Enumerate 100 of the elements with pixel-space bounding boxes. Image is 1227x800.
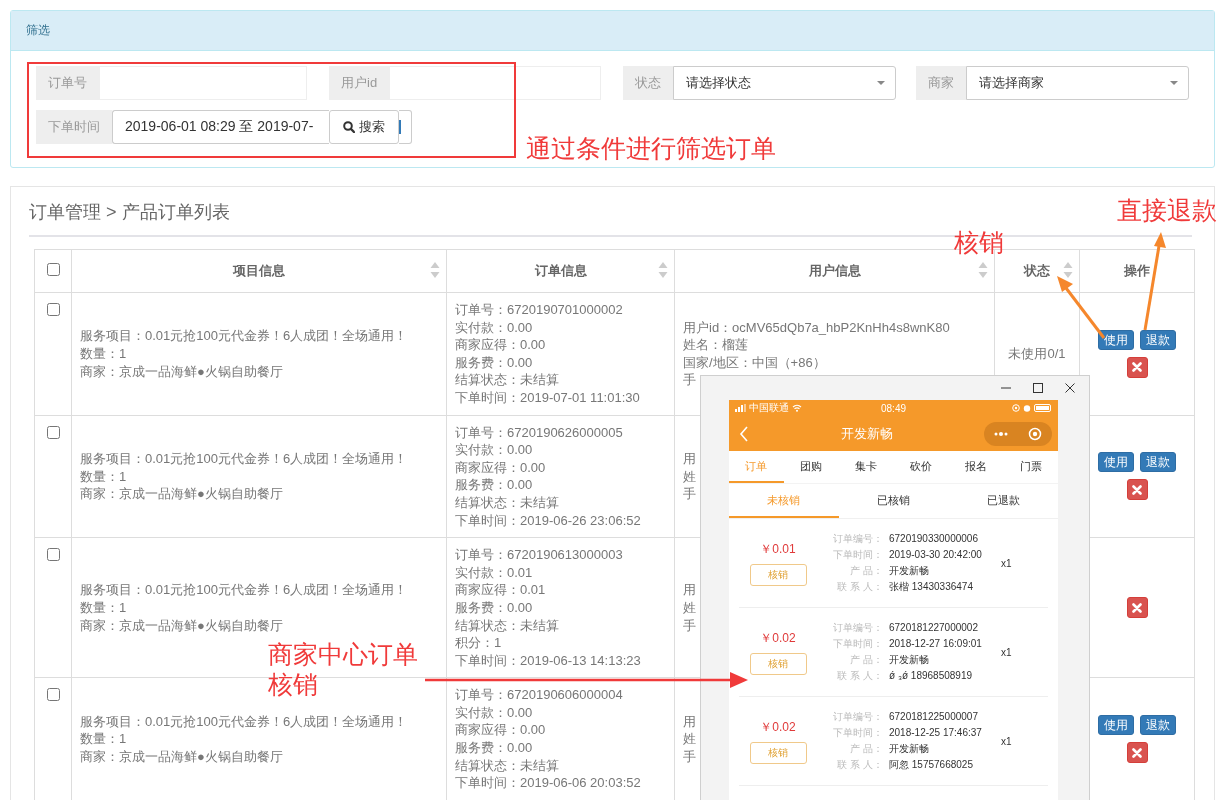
item-info-text: 数量：1 xyxy=(80,730,127,748)
price-text: ￥0.02 xyxy=(760,629,796,647)
tab[interactable]: 砍价 xyxy=(893,451,949,483)
field-value: 张楷 13430336474 xyxy=(889,580,974,594)
annotation-text: 直接退款 xyxy=(1117,196,1217,226)
tab[interactable]: 已核销 xyxy=(838,484,949,518)
item-info-text: 服务项目：0.01元抢100元代金券！6人成团！全场通用！ xyxy=(80,449,408,468)
quantity-text: x1 xyxy=(1001,646,1012,658)
user-info-text: 姓名：榴莲 xyxy=(683,336,748,354)
checkbox[interactable] xyxy=(46,303,60,316)
field-label: 联 系 人： xyxy=(836,580,883,594)
tab[interactable]: 门票 xyxy=(1003,451,1058,483)
action-button[interactable]: 退款 xyxy=(1140,452,1176,473)
field-value: 2019-03-30 20:42:00 xyxy=(889,548,983,562)
checkbox[interactable] xyxy=(46,263,60,276)
column-header: 操作 xyxy=(1124,263,1150,278)
action-button[interactable]: 退款 xyxy=(1140,329,1176,350)
date-range-field[interactable]: 2019-06-01 08:29 至 2019-07- xyxy=(112,110,329,144)
order-info-text: 结算状态：未结算 xyxy=(455,616,559,635)
order-info-text: 商家应得：0.00 xyxy=(455,458,546,477)
user-info-text: 国家/地区：中国（+86） xyxy=(683,353,826,372)
tab[interactable]: 已退款 xyxy=(948,484,1058,518)
action-button[interactable]: 使用 xyxy=(1098,452,1134,473)
user-info-text: 手 xyxy=(683,747,696,766)
price-text: ￥0.02 xyxy=(760,718,796,736)
order-info-text: 商家应得：0.01 xyxy=(455,581,546,599)
delete-button[interactable] xyxy=(1126,742,1148,764)
order-info-text: 订单号：6720190626000005 xyxy=(455,423,623,442)
order-info-text: 订单号：6720190701000002 xyxy=(455,301,623,319)
user-info-text: 姓 xyxy=(683,467,696,486)
field-label: 下单时间 xyxy=(36,110,112,144)
item-info-text: 商家：京成一品海鲜●火锅自助餐厅 xyxy=(80,747,283,766)
order-info-text: 下单时间：2019-06-06 20:03:52 xyxy=(455,774,641,792)
status-text: 未使用0/1 xyxy=(1008,346,1066,361)
order-info-text: 结算状态：未结算 xyxy=(455,493,559,512)
tab[interactable]: 报名 xyxy=(948,451,1004,483)
field-value: 6720181227000002 xyxy=(889,621,979,635)
delete-button[interactable] xyxy=(1126,597,1148,619)
item-info-text: 服务项目：0.01元抢100元代金券！6人成团！全场通用！ xyxy=(80,581,408,599)
tab[interactable]: 团购 xyxy=(783,451,839,483)
order-info-text: 服务费：0.00 xyxy=(455,476,533,494)
text-field[interactable] xyxy=(389,66,601,100)
action-button[interactable]: 使用 xyxy=(1098,329,1134,350)
item-info-text: 服务项目：0.01元抢100元代金券！6人成团！全场通用！ xyxy=(80,327,408,345)
annotation-text: 核销 xyxy=(954,228,1004,258)
more-icon[interactable] xyxy=(994,431,1008,436)
order-info-text: 服务费：0.00 xyxy=(455,598,533,617)
checkbox[interactable] xyxy=(46,548,60,562)
field-value: ǿ ₃ǿ 18968508919 xyxy=(889,669,974,683)
item-info-text: 服务项目：0.01元抢100元代金券！6人成团！全场通用！ xyxy=(80,712,408,731)
item-info-text: 商家：京成一品海鲜●火锅自助餐厅 xyxy=(80,485,283,503)
wifi-icon xyxy=(792,404,802,412)
field-label: 联 系 人： xyxy=(836,669,883,683)
order-info-text: 订单号：6720190606000004 xyxy=(455,686,623,704)
order-info-text: 实付款：0.00 xyxy=(455,318,533,337)
user-info-text: 用 xyxy=(683,712,696,731)
item-info-text: 数量：1 xyxy=(80,345,127,363)
search-button[interactable]: 搜索 xyxy=(329,110,399,144)
user-info-text: 用户id：ocMV65dQb7a_hbP2KnHh4s8wnK80 xyxy=(683,318,950,337)
delete-button[interactable] xyxy=(1126,479,1148,501)
close-icon xyxy=(1132,362,1142,373)
caret-icon xyxy=(1170,81,1178,85)
quantity-text: x1 xyxy=(1001,735,1012,747)
order-info-text: 积分：1 xyxy=(455,634,502,652)
checkbox[interactable] xyxy=(46,425,60,439)
order-info-text: 商家应得：0.00 xyxy=(455,336,546,354)
order-info-text: 服务费：0.00 xyxy=(455,353,533,372)
tab[interactable]: 集卡 xyxy=(838,451,894,483)
search-icon xyxy=(343,121,355,133)
maximize-icon[interactable] xyxy=(1033,383,1043,393)
target-icon[interactable] xyxy=(1028,426,1042,441)
order-info-text: 服务费：0.00 xyxy=(455,739,533,757)
order-info-text: 订单号：6720190613000003 xyxy=(455,546,623,564)
field-label: 订单号 xyxy=(36,66,99,100)
order-info-text: 结算状态：未结算 xyxy=(455,371,559,389)
quantity-text: x1 xyxy=(1001,557,1012,569)
field-value: 6720181225000007 xyxy=(889,710,979,724)
user-info-text: 手 xyxy=(683,616,696,635)
alarm-icon xyxy=(1023,404,1031,412)
field-value: 2018-12-27 16:09:01 xyxy=(889,637,983,651)
close-icon[interactable] xyxy=(1065,383,1075,393)
field-value: 开发新畅 xyxy=(889,742,930,756)
page-title: 开发新畅 xyxy=(840,424,893,443)
order-info-text: 实付款：0.00 xyxy=(455,703,533,722)
order-info-text: 结算状态：未结算 xyxy=(455,756,559,775)
delete-button[interactable] xyxy=(1126,356,1148,378)
text-cursor xyxy=(399,120,401,134)
item-info-text: 商家：京成一品海鲜●火锅自助餐厅 xyxy=(80,616,283,635)
user-info-text: 姓 xyxy=(683,730,696,748)
select-field[interactable]: 请选择商家 xyxy=(966,66,1189,100)
select-field[interactable]: 请选择状态 xyxy=(673,66,896,100)
field-label: 商家 xyxy=(916,66,966,100)
action-button[interactable]: 使用 xyxy=(1098,715,1134,736)
action-button[interactable]: 退款 xyxy=(1140,715,1176,736)
column-header: 状态 xyxy=(1024,263,1050,278)
capsule-menu[interactable] xyxy=(984,421,1052,446)
battery-icon xyxy=(1034,404,1052,412)
checkbox[interactable] xyxy=(46,688,60,702)
item-info-text: 数量：1 xyxy=(80,598,127,617)
breadcrumb: 订单管理 > 产品订单列表 xyxy=(29,201,230,224)
